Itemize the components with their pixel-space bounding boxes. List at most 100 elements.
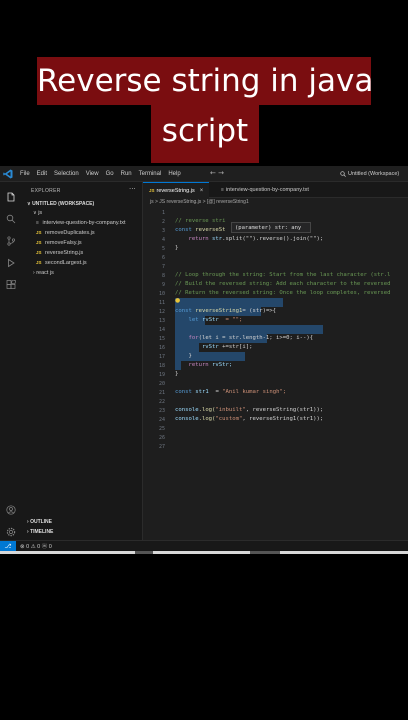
- code-text: +=str[i];: [218, 344, 253, 350]
- chevron-right-icon: ›: [27, 519, 29, 525]
- line-number: 22: [158, 399, 165, 405]
- file-label: secondLargest.js: [45, 260, 87, 266]
- code-keyword: for: [175, 335, 199, 341]
- code-variable: rvStr;: [212, 362, 233, 368]
- code-keyword: const: [175, 227, 196, 233]
- nav-arrows[interactable]: ← →: [210, 169, 224, 177]
- line-number: 3: [161, 228, 165, 234]
- line-number: 23: [158, 408, 165, 414]
- code-editor[interactable]: 1 2 3 4 5 6 7 8 9 10 11 12 13 14 15 16 1…: [143, 208, 408, 540]
- code-text: }: [175, 353, 192, 359]
- line-number: 10: [158, 291, 165, 297]
- tab-label: reverseString.js: [156, 187, 195, 194]
- activity-bar: [0, 182, 22, 540]
- file-item[interactable]: JS secondLargest.js: [36, 260, 87, 266]
- tab-reverse-string[interactable]: JS reverseString.js ×: [143, 182, 210, 198]
- account-icon[interactable]: [6, 500, 16, 515]
- file-item[interactable]: ≡ interview-question-by-company.txt: [36, 220, 126, 226]
- code-keyword: return: [175, 362, 213, 368]
- file-label: removeDuplicates.js: [45, 230, 95, 236]
- folder-react[interactable]: › react js: [33, 270, 54, 276]
- search-view-icon[interactable]: [6, 209, 16, 224]
- selection-highlight: [175, 298, 283, 307]
- selection-highlight: [175, 325, 323, 334]
- code-line: const reverseString1= (str)=>{: [175, 308, 276, 314]
- line-number: 1: [161, 210, 165, 216]
- menu-terminal[interactable]: Terminal: [139, 171, 162, 177]
- command-center-label: Untitled (Workspace): [348, 171, 400, 177]
- line-number: 24: [158, 417, 165, 423]
- file-item[interactable]: JS removeDuplicates.js: [36, 230, 95, 236]
- timeline-section[interactable]: › TIMELINE: [27, 529, 53, 535]
- vscode-window: File Edit Selection View Go Run Terminal…: [0, 166, 408, 551]
- line-number: 16: [158, 345, 165, 351]
- timeline-label: TIMELINE: [30, 529, 54, 535]
- lightbulb-icon[interactable]: ●: [175, 297, 180, 304]
- text-file-icon: ≡: [221, 187, 224, 193]
- code-line: }: [175, 371, 178, 377]
- outline-label: OUTLINE: [30, 519, 53, 525]
- menu-go[interactable]: Go: [106, 171, 114, 177]
- status-bar: ⎇ ⊗ 0 ⚠ 0 ⓦ 0: [0, 540, 408, 551]
- close-icon[interactable]: ×: [200, 188, 204, 194]
- code-keyword: const: [175, 308, 196, 314]
- run-debug-icon[interactable]: [6, 253, 16, 268]
- line-number: 13: [158, 318, 165, 324]
- code-line: rvStr +=str[i];: [175, 344, 253, 350]
- explorer-more-button[interactable]: ···: [129, 185, 136, 193]
- problems-status[interactable]: ⊗ 0 ⚠ 0 ⓦ 0: [20, 542, 52, 550]
- folder-js[interactable]: ∨ js: [33, 210, 42, 216]
- code-line: const str1 = "Anil kumar singh";: [175, 389, 286, 395]
- code-line: }: [175, 245, 178, 251]
- code-variable: rvStr: [201, 317, 219, 323]
- code-variable: str: [212, 236, 223, 242]
- menu-file[interactable]: File: [20, 171, 30, 177]
- menu-selection[interactable]: Selection: [54, 171, 79, 177]
- source-control-icon[interactable]: [6, 231, 16, 246]
- line-number: 18: [158, 363, 165, 369]
- line-number: 19: [158, 372, 165, 378]
- editor-tabs: JS reverseString.js × ≡ interview-questi…: [143, 182, 408, 198]
- file-item[interactable]: JS removeFalsy.js: [36, 240, 82, 246]
- js-file-icon: JS: [36, 230, 42, 235]
- code-line: console.log("custom", reverseString1(str…: [175, 416, 323, 422]
- line-number: 14: [158, 327, 165, 333]
- line-number: 21: [158, 390, 165, 396]
- next-frame-mark: [135, 551, 153, 554]
- code-comment: // Loop through the string: Start from t…: [175, 272, 391, 278]
- code-function: reverseSt: [195, 227, 226, 233]
- line-number: 27: [158, 444, 165, 450]
- menu-help[interactable]: Help: [168, 171, 180, 177]
- code-function: reverseString1: [195, 308, 243, 314]
- vscode-logo-icon: [3, 169, 13, 179]
- explorer-title: EXPLORER: [31, 188, 61, 194]
- code-line: // reverse stri: [175, 218, 226, 224]
- extensions-icon[interactable]: [6, 275, 17, 289]
- line-number: 7: [161, 264, 165, 270]
- code-keyword: const: [175, 389, 196, 395]
- next-frame-mark: [250, 551, 280, 554]
- tab-interview-questions[interactable]: ≡ interview-question-by-company.txt: [215, 182, 315, 198]
- command-center[interactable]: Untitled (Workspace): [340, 168, 408, 180]
- file-item[interactable]: JS reverseString.js: [36, 250, 83, 256]
- js-file-icon: JS: [149, 188, 155, 193]
- caption-line-2: script: [151, 105, 259, 163]
- workspace-header[interactable]: ∨ UNTITLED (WORKSPACE): [27, 201, 94, 207]
- outline-section[interactable]: › OUTLINE: [27, 519, 52, 525]
- menu-run[interactable]: Run: [121, 171, 132, 177]
- menu-view[interactable]: View: [86, 171, 99, 177]
- code-text: = (str)=>{: [242, 308, 277, 314]
- code-text: , reverseString(str1));: [245, 407, 324, 413]
- menu-edit[interactable]: Edit: [37, 171, 47, 177]
- remote-indicator-icon[interactable]: ⎇: [0, 541, 16, 551]
- code-text: }: [175, 245, 179, 251]
- explorer-icon[interactable]: [6, 187, 16, 202]
- code-string: "inbuilt": [215, 407, 246, 413]
- settings-gear-icon[interactable]: [6, 522, 16, 537]
- code-variable: console: [175, 407, 199, 413]
- line-number: 25: [158, 426, 165, 432]
- title-bar: File Edit Selection View Go Run Terminal…: [0, 166, 408, 182]
- code-function: .log(: [198, 407, 216, 413]
- tab-label: interview-question-by-company.txt: [225, 187, 309, 193]
- parameter-hover-tooltip: (parameter) str: any: [231, 222, 311, 233]
